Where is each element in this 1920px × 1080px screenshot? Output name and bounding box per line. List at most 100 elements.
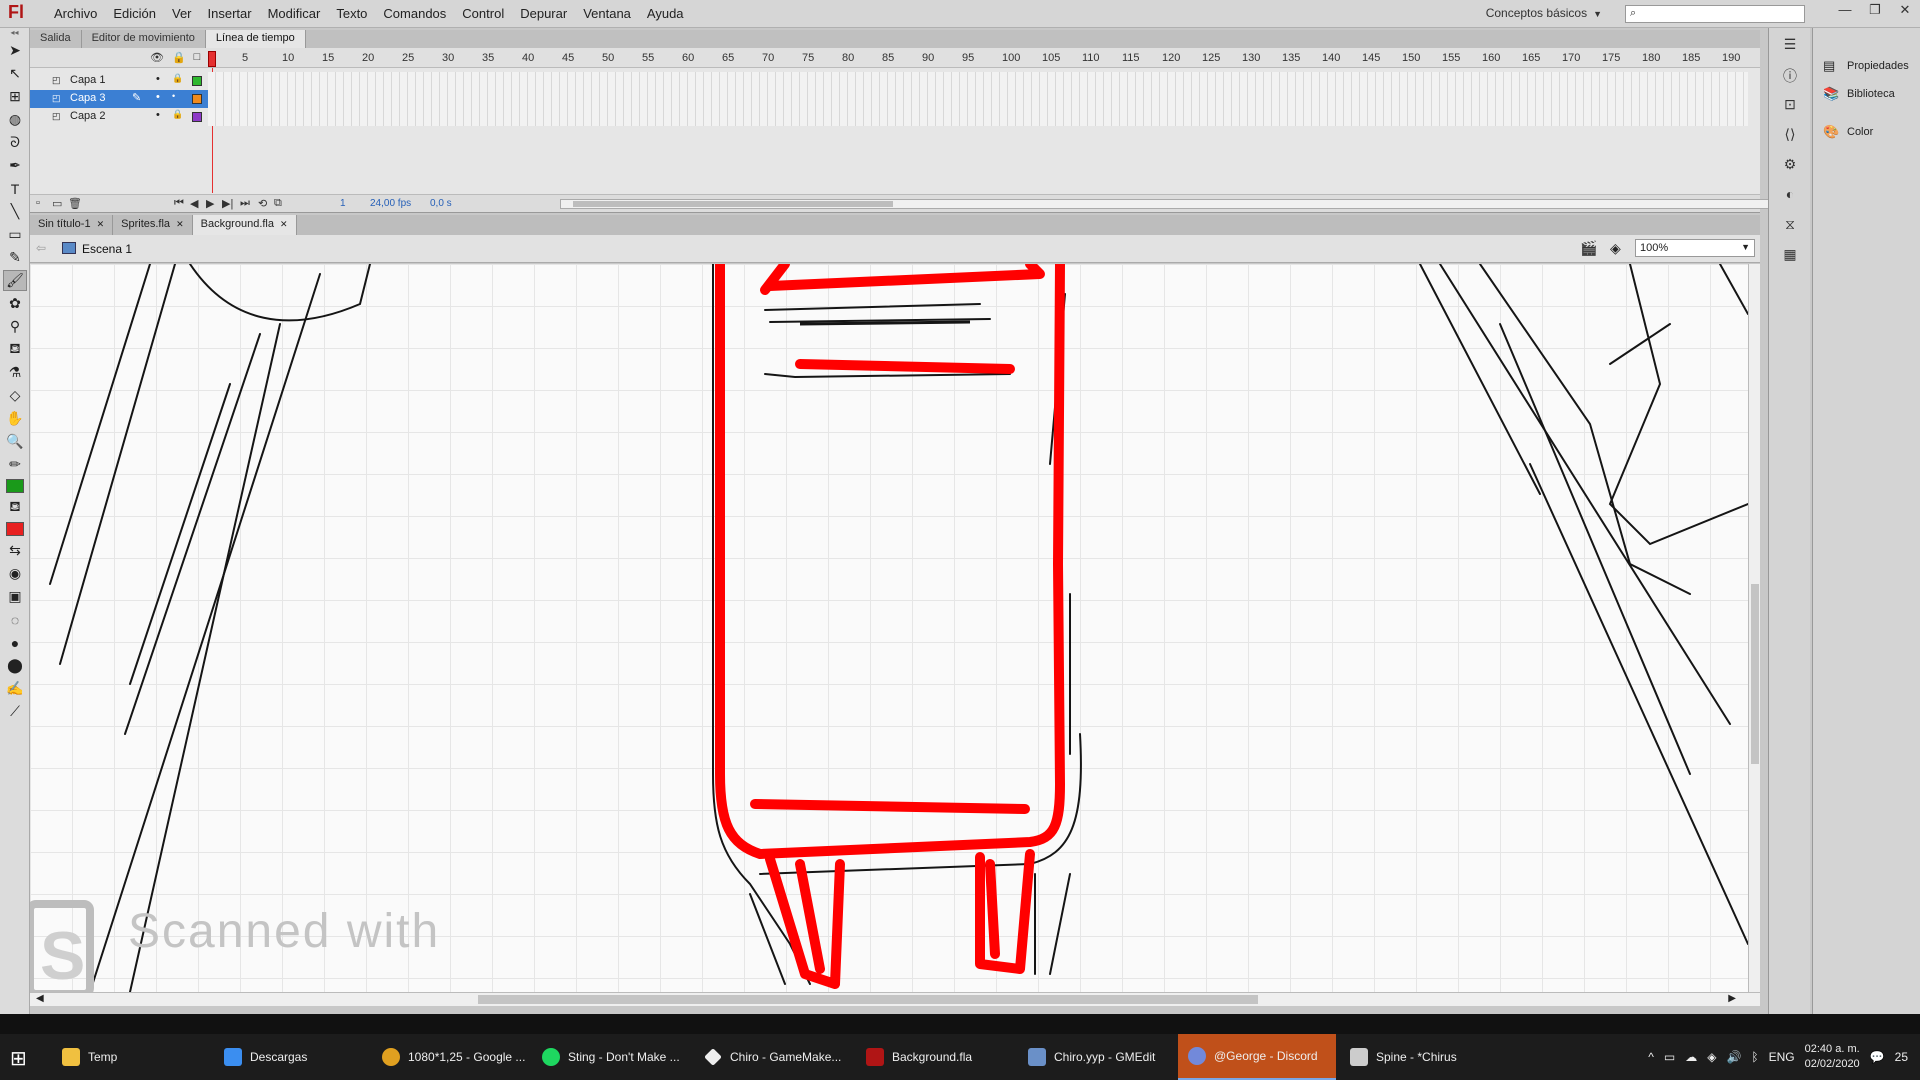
trash-icon[interactable]: 🗑 <box>68 197 82 210</box>
code-snippets-icon[interactable]: ⟨⟩ <box>1777 126 1803 148</box>
stage-canvas[interactable]: S Scanned with <box>30 264 1748 992</box>
language-indicator[interactable]: ENG <box>1769 1050 1795 1064</box>
layer-row-capa-3[interactable]: ◰ Capa 3 ✎ • • <box>30 90 208 108</box>
zoom-tool-icon[interactable]: 🔍 <box>3 431 27 452</box>
brush-mode-icon[interactable]: ◌ <box>3 609 27 630</box>
visibility-dot-icon[interactable]: • <box>156 73 160 85</box>
close-icon[interactable]: ✕ <box>97 219 105 229</box>
restore-icon[interactable]: ❐ <box>1860 0 1890 22</box>
frame-rate[interactable]: 24,00 fps <box>370 198 411 209</box>
panel-propiedades[interactable]: ▤ Propiedades <box>1813 52 1920 80</box>
brush-shape-icon[interactable]: ⬤ <box>3 655 27 676</box>
scroll-right-icon[interactable]: ▶ <box>1728 993 1736 1004</box>
layer-row-capa-2[interactable]: ◰ Capa 2 • 🔒 <box>30 108 208 126</box>
menu-control[interactable]: Control <box>454 6 512 21</box>
tab-timeline[interactable]: Línea de tiempo <box>205 30 306 48</box>
layer-color-swatch[interactable] <box>192 76 202 86</box>
eye-icon[interactable]: 👁 <box>150 51 164 64</box>
3d-rotation-tool-icon[interactable]: ◍ <box>3 109 27 130</box>
tilt-icon[interactable]: ⟋ <box>3 701 27 722</box>
paint-bucket-icon[interactable]: ⛾ <box>3 339 27 360</box>
doc-tab-background[interactable]: Background.fla ✕ <box>192 215 297 235</box>
pen-tool-icon[interactable]: ✒ <box>3 155 27 176</box>
scene-panel-icon[interactable]: ▦ <box>1777 246 1803 268</box>
bluetooth-icon[interactable]: ᛒ <box>1751 1050 1758 1064</box>
motion-presets-icon[interactable]: ◐ <box>1777 186 1803 208</box>
scroll-thumb[interactable] <box>573 201 893 207</box>
taskbar-chrome[interactable]: 1080*1,25 - Google ... <box>372 1034 535 1080</box>
menu-texto[interactable]: Texto <box>328 6 375 21</box>
hand-tool-icon[interactable]: ✋ <box>3 408 27 429</box>
layer-color-swatch[interactable] <box>192 94 202 104</box>
close-icon[interactable]: ✕ <box>176 219 184 229</box>
new-layer-icon[interactable]: ▫ <box>36 197 40 209</box>
swap-colors-icon[interactable]: ⇆ <box>3 540 27 561</box>
frame-grid[interactable] <box>208 72 1748 126</box>
cloud-icon[interactable]: ☁ <box>1685 1050 1697 1064</box>
elapsed-time[interactable]: 0,0 s <box>430 198 452 209</box>
text-tool-icon[interactable]: T <box>3 178 27 199</box>
align-icon[interactable]: ☰ <box>1777 36 1803 58</box>
layer-row-capa-1[interactable]: ◰ Capa 1 • 🔒 <box>30 72 208 90</box>
menu-ventana[interactable]: Ventana <box>575 6 639 21</box>
taskbar-gmedit[interactable]: Chiro.yyp - GMEdit <box>1018 1034 1165 1080</box>
fill-color-icon[interactable]: ⛾ <box>3 497 27 518</box>
brush-size-icon[interactable]: ● <box>3 632 27 653</box>
current-frame[interactable]: 1 <box>340 198 346 209</box>
info-icon[interactable]: ⓘ <box>1777 66 1803 88</box>
menu-ayuda[interactable]: Ayuda <box>639 6 692 21</box>
taskbar-gamemaker[interactable]: Chiro - GameMake... <box>694 1034 851 1080</box>
lock-icon[interactable]: 🔒 <box>172 109 183 120</box>
scene-name[interactable]: Escena 1 <box>82 242 132 256</box>
outline-icon[interactable]: □ <box>194 51 201 64</box>
clock[interactable]: 02:40 a. m. 02/02/2020 <box>1805 1042 1860 1072</box>
deco-tool-icon[interactable]: ✿ <box>3 293 27 314</box>
eyedropper-icon[interactable]: ⚗ <box>3 362 27 383</box>
stage-horizontal-scrollbar[interactable]: ◀ ▶ <box>30 992 1760 1006</box>
prev-frame-icon[interactable]: ◀ <box>190 197 198 210</box>
menu-depurar[interactable]: Depurar <box>512 6 575 21</box>
menu-insertar[interactable]: Insertar <box>200 6 260 21</box>
doc-tab-sprites[interactable]: Sprites.fla ✕ <box>113 215 193 235</box>
workspace-switcher[interactable]: Conceptos básicos ▼ <box>1486 6 1602 20</box>
visibility-dot-icon[interactable]: • <box>156 91 160 103</box>
layer-color-swatch[interactable] <box>192 112 202 122</box>
playhead[interactable] <box>208 51 216 67</box>
pressure-icon[interactable]: ✍ <box>3 678 27 699</box>
last-frame-icon[interactable]: ⏭ <box>240 197 250 210</box>
battery-icon[interactable]: ▭ <box>1664 1050 1675 1064</box>
eraser-icon[interactable]: ◇ <box>3 385 27 406</box>
volume-icon[interactable]: 🔊 <box>1726 1050 1741 1064</box>
selection-tool-icon[interactable]: ➤ <box>3 40 27 61</box>
stage-vertical-scrollbar[interactable] <box>1748 264 1760 992</box>
frame-ruler[interactable]: 1510152025303540455055606570758085909510… <box>208 48 1748 68</box>
taskbar-flash[interactable]: Background.fla <box>856 1034 982 1080</box>
bone-tool-icon[interactable]: ⚲ <box>3 316 27 337</box>
lock-icon[interactable]: 🔒 <box>172 73 183 84</box>
rectangle-tool-icon[interactable]: ▭ <box>3 224 27 245</box>
minimize-icon[interactable]: — <box>1830 0 1860 22</box>
chevron-up-icon[interactable]: ^ <box>1648 1050 1654 1064</box>
taskbar-spotify[interactable]: Sting - Don't Make ... <box>532 1034 690 1080</box>
lock-icon[interactable]: 🔒 <box>172 51 186 64</box>
timeline-scrollbar[interactable] <box>560 199 1780 209</box>
scroll-left-icon[interactable]: ◀ <box>36 993 44 1004</box>
notifications-icon[interactable]: 💬 <box>1870 1050 1885 1064</box>
next-frame-icon[interactable]: ▶| <box>222 197 233 210</box>
taskbar-spine[interactable]: Spine - *Chirus <box>1340 1034 1467 1080</box>
menu-modificar[interactable]: Modificar <box>260 6 329 21</box>
history-icon[interactable]: ⧖ <box>1777 216 1803 238</box>
loop-icon[interactable]: ⟲ <box>258 197 267 210</box>
first-frame-icon[interactable]: ⏮ <box>174 197 184 210</box>
edit-scene-icon[interactable]: 🎬 <box>1580 240 1597 257</box>
menu-archivo[interactable]: Archivo <box>46 6 105 21</box>
edit-symbols-icon[interactable]: ◈ <box>1610 240 1621 257</box>
tab-motion-editor[interactable]: Editor de movimiento <box>82 30 206 48</box>
lock-dot-icon[interactable]: • <box>172 91 175 101</box>
new-folder-icon[interactable]: ▭ <box>52 197 62 210</box>
menu-ver[interactable]: Ver <box>164 6 200 21</box>
windows-start-icon[interactable]: ⊞ <box>10 1046 27 1071</box>
brush-tool-icon[interactable]: 🖌 <box>3 270 27 291</box>
scroll-thumb[interactable] <box>1751 584 1759 764</box>
play-icon[interactable]: ▶ <box>206 197 214 210</box>
